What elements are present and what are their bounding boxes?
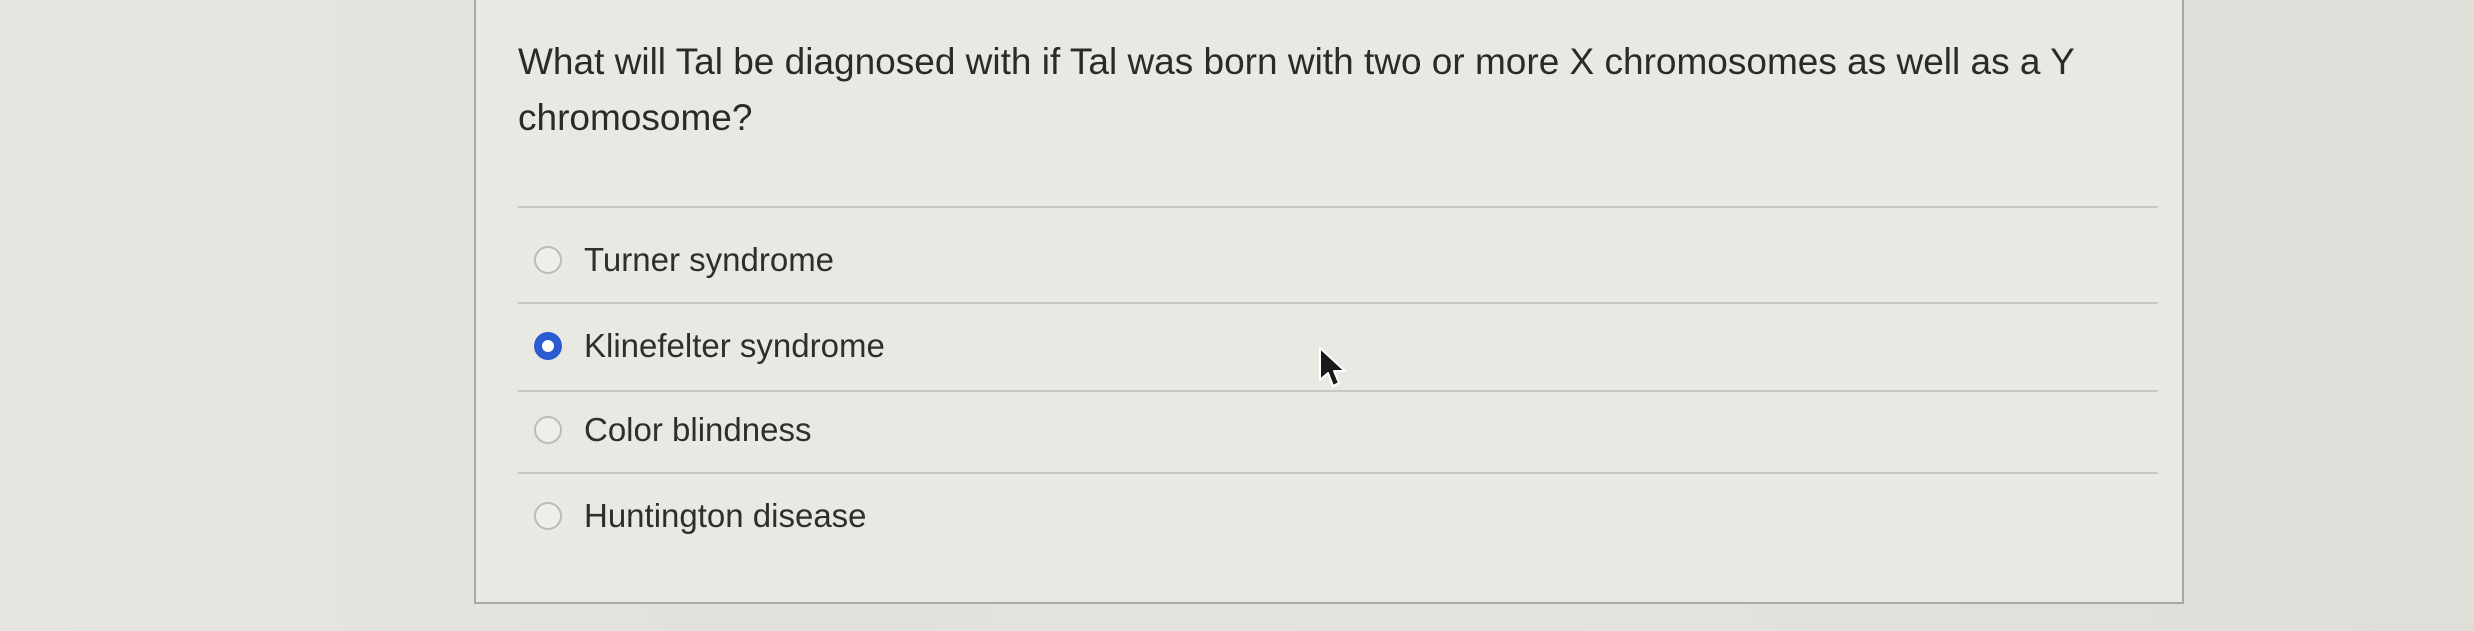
- radio-button-icon[interactable]: [534, 502, 562, 530]
- option-label: Huntington disease: [584, 497, 867, 534]
- option-color-blindness[interactable]: Color blindness: [534, 400, 811, 460]
- question-text: What will Tal be diagnosed with if Tal w…: [518, 41, 2075, 138]
- divider-1: [518, 302, 2158, 304]
- radio-button-icon[interactable]: [534, 332, 562, 360]
- option-label: Color blindness: [584, 411, 812, 448]
- option-label: Klinefelter syndrome: [584, 327, 885, 364]
- option-turner-syndrome[interactable]: Turner syndrome: [534, 230, 834, 290]
- divider-2: [518, 390, 2158, 392]
- divider-top: [518, 206, 2158, 208]
- radio-button-icon[interactable]: [534, 246, 562, 274]
- option-klinefelter-syndrome[interactable]: Klinefelter syndrome: [534, 316, 885, 376]
- option-huntington-disease[interactable]: Huntington disease: [534, 486, 867, 546]
- question-card: What will Tal be diagnosed with if Tal w…: [474, 0, 2184, 604]
- radio-button-icon[interactable]: [534, 416, 562, 444]
- option-label: Turner syndrome: [584, 241, 835, 278]
- mouse-pointer-icon: [1319, 347, 1346, 387]
- divider-3: [518, 472, 2158, 474]
